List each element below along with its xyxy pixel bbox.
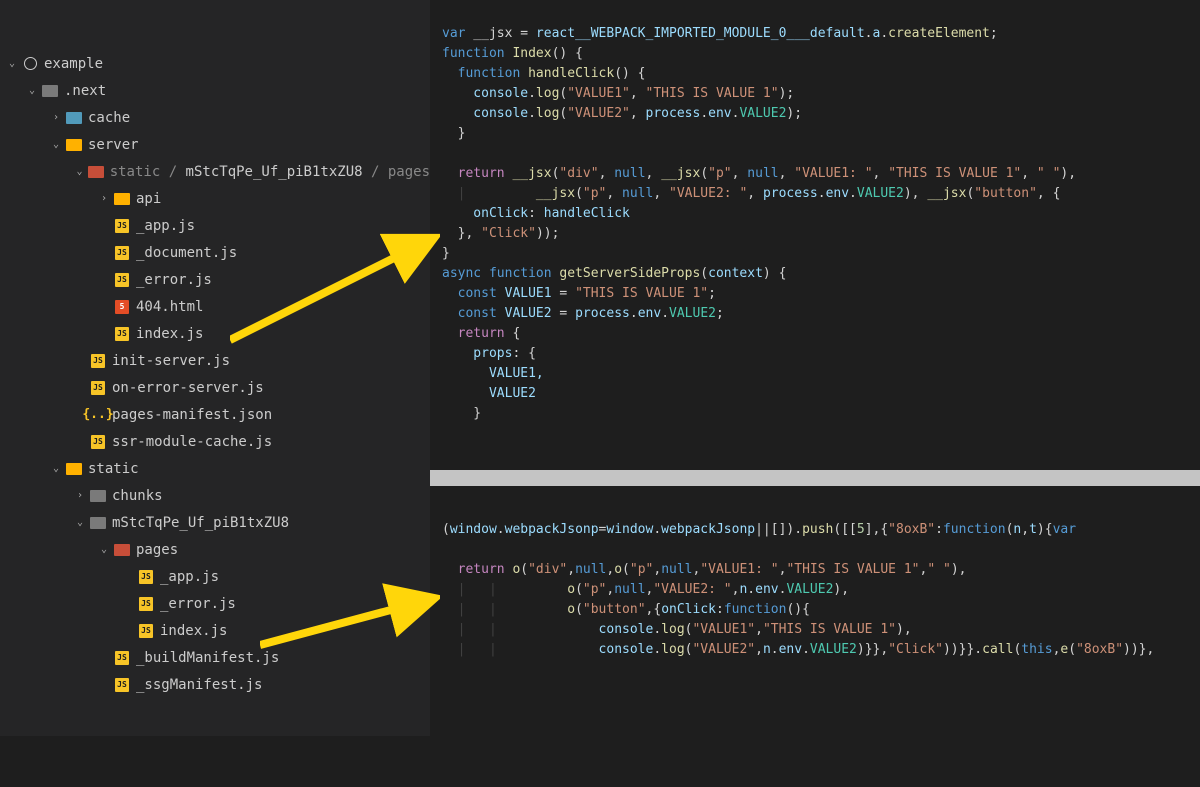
tree-file-on-error-server[interactable]: JS on-error-server.js — [0, 374, 430, 401]
tree-file-ssr-module-cache[interactable]: JS ssr-module-cache.js — [0, 428, 430, 455]
chevron-right-icon: › — [48, 112, 64, 123]
tree-file-build-manifest[interactable]: JS _buildManifest.js — [0, 644, 430, 671]
tree-file-index-js-server[interactable]: JS index.js — [0, 320, 430, 347]
js-file-icon: JS — [88, 354, 108, 368]
js-file-icon: JS — [112, 246, 132, 260]
tree-folder-chunks[interactable]: › chunks — [0, 482, 430, 509]
tree-root-example[interactable]: ⌄ example — [0, 50, 430, 77]
chevron-down-icon: ⌄ — [24, 85, 40, 96]
tree-file-document-js[interactable]: JS _document.js — [0, 239, 430, 266]
tree-file-error-js-static[interactable]: JS _error.js — [0, 590, 430, 617]
file-explorer-sidebar: ⌄ example ⌄ .next › cache ⌄ server ⌄ sta… — [0, 0, 430, 736]
tree-file-error-js[interactable]: JS _error.js — [0, 266, 430, 293]
tree-file-404-html[interactable]: 5 404.html — [0, 293, 430, 320]
pane-divider[interactable] — [430, 470, 1200, 486]
json-file-icon: {..} — [88, 407, 108, 422]
folder-icon — [64, 463, 84, 475]
folder-icon — [112, 544, 132, 556]
js-file-icon: JS — [112, 273, 132, 287]
tree-folder-static[interactable]: ⌄ static — [0, 455, 430, 482]
editor-pane-bottom[interactable]: (window.webpackJsonp=window.webpackJsonp… — [430, 500, 1200, 680]
tree-folder-server[interactable]: ⌄ server — [0, 131, 430, 158]
tree-folder-pages[interactable]: ⌄ pages — [0, 536, 430, 563]
js-file-icon: JS — [136, 570, 156, 584]
js-file-icon: JS — [88, 381, 108, 395]
tree-folder-api[interactable]: › api — [0, 185, 430, 212]
js-file-icon: JS — [136, 624, 156, 638]
js-file-icon: JS — [88, 435, 108, 449]
folder-icon — [40, 85, 60, 97]
chevron-down-icon: ⌄ — [48, 463, 64, 474]
circle-icon — [20, 57, 40, 70]
folder-icon — [87, 166, 106, 178]
html5-file-icon: 5 — [112, 300, 132, 314]
chevron-down-icon: ⌄ — [72, 166, 87, 177]
js-file-icon: JS — [112, 678, 132, 692]
chevron-down-icon: ⌄ — [72, 517, 88, 528]
tree-file-pages-manifest[interactable]: {..} pages-manifest.json — [0, 401, 430, 428]
folder-icon — [88, 517, 108, 529]
tree-file-app-js[interactable]: JS _app.js — [0, 212, 430, 239]
tree-file-init-server[interactable]: JS init-server.js — [0, 347, 430, 374]
folder-icon — [88, 490, 108, 502]
chevron-down-icon: ⌄ — [48, 139, 64, 150]
tree-folder-hash[interactable]: ⌄ mStcTqPe_Uf_piB1txZU8 — [0, 509, 430, 536]
chevron-down-icon: ⌄ — [4, 58, 20, 69]
js-file-icon: JS — [112, 651, 132, 665]
folder-icon — [112, 193, 132, 205]
chevron-right-icon: › — [96, 193, 112, 204]
js-file-icon: JS — [112, 327, 132, 341]
tree-file-index-js-static[interactable]: JS index.js — [0, 617, 430, 644]
tree-file-ssg-manifest[interactable]: JS _ssgManifest.js — [0, 671, 430, 698]
editor-pane-top[interactable]: var __jsx = react__WEBPACK_IMPORTED_MODU… — [430, 4, 1200, 470]
editor-area: var __jsx = react__WEBPACK_IMPORTED_MODU… — [430, 0, 1200, 787]
tree-folder-next[interactable]: ⌄ .next — [0, 77, 430, 104]
tree-folder-static-pages[interactable]: ⌄ static / mStcTqPe_Uf_piB1txZU8 / pages — [0, 158, 430, 185]
js-file-icon: JS — [112, 219, 132, 233]
folder-icon — [64, 112, 84, 124]
folder-icon — [64, 139, 84, 151]
chevron-down-icon: ⌄ — [96, 544, 112, 555]
js-file-icon: JS — [136, 597, 156, 611]
tree-folder-cache[interactable]: › cache — [0, 104, 430, 131]
tree-file-app-js-static[interactable]: JS _app.js — [0, 563, 430, 590]
chevron-right-icon: › — [72, 490, 88, 501]
